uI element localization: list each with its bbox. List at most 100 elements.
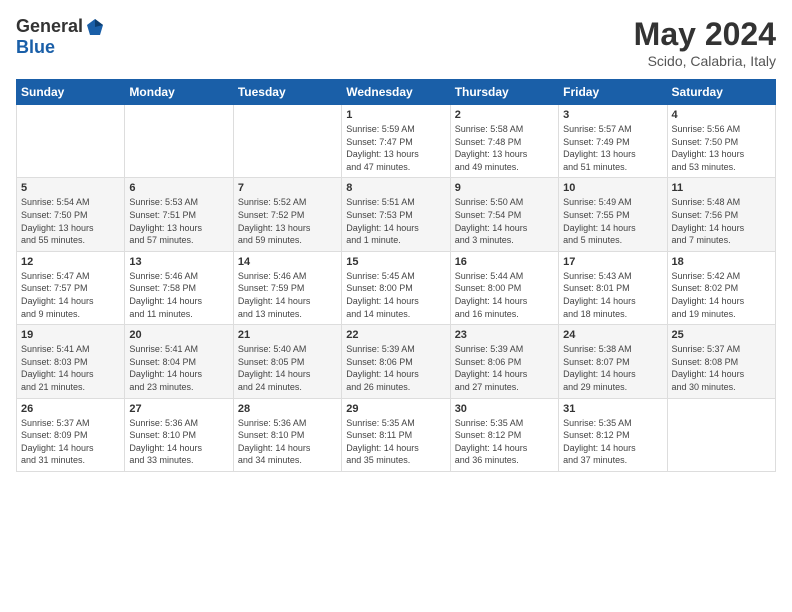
calendar-cell: 28 Sunrise: 5:36 AM Sunset: 8:10 PM Dayli… xyxy=(233,398,341,471)
day-number: 16 xyxy=(455,256,554,268)
calendar-week-row: 5Sunrise: 5:54 AM Sunset: 7:50 PM Daylig… xyxy=(17,178,776,251)
calendar-cell: 18 Sunrise: 5:42 AM Sunset: 8:02 PM Dayli… xyxy=(667,251,775,324)
calendar-cell: 16 Sunrise: 5:44 AM Sunset: 8:00 PM Dayli… xyxy=(450,251,558,324)
calendar-cell: 10Sunrise: 5:49 AM Sunset: 7:55 PM Dayli… xyxy=(559,178,667,251)
weekday-header-wednesday: Wednesday xyxy=(342,80,450,105)
logo-blue: Blue xyxy=(16,37,55,58)
day-info: Sunrise: 5:35 AM Sunset: 8:11 PM Dayligh… xyxy=(346,417,445,467)
calendar-cell: 20 Sunrise: 5:41 AM Sunset: 8:04 PM Dayli… xyxy=(125,325,233,398)
weekday-header-thursday: Thursday xyxy=(450,80,558,105)
calendar-cell: 7 Sunrise: 5:52 AM Sunset: 7:52 PM Daylig… xyxy=(233,178,341,251)
calendar-cell xyxy=(125,105,233,178)
day-number: 27 xyxy=(129,403,228,415)
day-info: Sunrise: 5:41 AM Sunset: 8:04 PM Dayligh… xyxy=(129,343,228,393)
calendar-cell: 8 Sunrise: 5:51 AM Sunset: 7:53 PM Daylig… xyxy=(342,178,450,251)
calendar-cell: 2Sunrise: 5:58 AM Sunset: 7:48 PM Daylig… xyxy=(450,105,558,178)
day-number: 17 xyxy=(563,256,662,268)
day-number: 13 xyxy=(129,256,228,268)
day-info: Sunrise: 5:50 AM Sunset: 7:54 PM Dayligh… xyxy=(455,196,554,246)
day-number: 7 xyxy=(238,182,337,194)
day-number: 25 xyxy=(672,329,771,341)
day-info: Sunrise: 5:54 AM Sunset: 7:50 PM Dayligh… xyxy=(21,196,120,246)
weekday-header-tuesday: Tuesday xyxy=(233,80,341,105)
calendar-cell: 27 Sunrise: 5:36 AM Sunset: 8:10 PM Dayli… xyxy=(125,398,233,471)
calendar-cell: 5Sunrise: 5:54 AM Sunset: 7:50 PM Daylig… xyxy=(17,178,125,251)
day-info: Sunrise: 5:56 AM Sunset: 7:50 PM Dayligh… xyxy=(672,123,771,173)
day-number: 22 xyxy=(346,329,445,341)
calendar-cell: 4Sunrise: 5:56 AM Sunset: 7:50 PM Daylig… xyxy=(667,105,775,178)
day-info: Sunrise: 5:41 AM Sunset: 8:03 PM Dayligh… xyxy=(21,343,120,393)
weekday-header-saturday: Saturday xyxy=(667,80,775,105)
calendar-cell: 22 Sunrise: 5:39 AM Sunset: 8:06 PM Dayli… xyxy=(342,325,450,398)
day-info: Sunrise: 5:39 AM Sunset: 8:06 PM Dayligh… xyxy=(346,343,445,393)
calendar-cell: 6 Sunrise: 5:53 AM Sunset: 7:51 PM Daylig… xyxy=(125,178,233,251)
day-number: 14 xyxy=(238,256,337,268)
calendar-week-row: 19Sunrise: 5:41 AM Sunset: 8:03 PM Dayli… xyxy=(17,325,776,398)
day-info: Sunrise: 5:36 AM Sunset: 8:10 PM Dayligh… xyxy=(129,417,228,467)
calendar-cell: 25 Sunrise: 5:37 AM Sunset: 8:08 PM Dayli… xyxy=(667,325,775,398)
calendar-cell: 24Sunrise: 5:38 AM Sunset: 8:07 PM Dayli… xyxy=(559,325,667,398)
day-info: Sunrise: 5:45 AM Sunset: 8:00 PM Dayligh… xyxy=(346,270,445,320)
calendar-cell: 29 Sunrise: 5:35 AM Sunset: 8:11 PM Dayli… xyxy=(342,398,450,471)
day-info: Sunrise: 5:40 AM Sunset: 8:05 PM Dayligh… xyxy=(238,343,337,393)
month-year-title: May 2024 xyxy=(634,16,776,53)
title-block: May 2024 Scido, Calabria, Italy xyxy=(634,16,776,69)
calendar-cell xyxy=(233,105,341,178)
day-info: Sunrise: 5:46 AM Sunset: 7:58 PM Dayligh… xyxy=(129,270,228,320)
calendar-cell: 31Sunrise: 5:35 AM Sunset: 8:12 PM Dayli… xyxy=(559,398,667,471)
day-info: Sunrise: 5:59 AM Sunset: 7:47 PM Dayligh… xyxy=(346,123,445,173)
calendar-cell xyxy=(17,105,125,178)
day-number: 12 xyxy=(21,256,120,268)
calendar-cell: 9 Sunrise: 5:50 AM Sunset: 7:54 PM Daylig… xyxy=(450,178,558,251)
calendar-cell: 21 Sunrise: 5:40 AM Sunset: 8:05 PM Dayli… xyxy=(233,325,341,398)
calendar-cell: 13 Sunrise: 5:46 AM Sunset: 7:58 PM Dayli… xyxy=(125,251,233,324)
calendar-cell: 15Sunrise: 5:45 AM Sunset: 8:00 PM Dayli… xyxy=(342,251,450,324)
day-number: 9 xyxy=(455,182,554,194)
calendar-week-row: 12 Sunrise: 5:47 AM Sunset: 7:57 PM Dayli… xyxy=(17,251,776,324)
day-number: 3 xyxy=(563,109,662,121)
calendar-cell: 11Sunrise: 5:48 AM Sunset: 7:56 PM Dayli… xyxy=(667,178,775,251)
weekday-header-row: SundayMondayTuesdayWednesdayThursdayFrid… xyxy=(17,80,776,105)
day-info: Sunrise: 5:39 AM Sunset: 8:06 PM Dayligh… xyxy=(455,343,554,393)
calendar-cell: 3Sunrise: 5:57 AM Sunset: 7:49 PM Daylig… xyxy=(559,105,667,178)
day-info: Sunrise: 5:35 AM Sunset: 8:12 PM Dayligh… xyxy=(563,417,662,467)
day-number: 29 xyxy=(346,403,445,415)
day-number: 23 xyxy=(455,329,554,341)
day-number: 20 xyxy=(129,329,228,341)
day-info: Sunrise: 5:42 AM Sunset: 8:02 PM Dayligh… xyxy=(672,270,771,320)
page-header: General Blue May 2024 Scido, Calabria, I… xyxy=(16,16,776,69)
location-subtitle: Scido, Calabria, Italy xyxy=(634,53,776,69)
day-info: Sunrise: 5:51 AM Sunset: 7:53 PM Dayligh… xyxy=(346,196,445,246)
day-info: Sunrise: 5:44 AM Sunset: 8:00 PM Dayligh… xyxy=(455,270,554,320)
logo: General Blue xyxy=(16,16,105,58)
logo-general: General xyxy=(16,16,83,37)
calendar-cell: 30Sunrise: 5:35 AM Sunset: 8:12 PM Dayli… xyxy=(450,398,558,471)
calendar-cell: 12 Sunrise: 5:47 AM Sunset: 7:57 PM Dayli… xyxy=(17,251,125,324)
calendar-cell: 14 Sunrise: 5:46 AM Sunset: 7:59 PM Dayli… xyxy=(233,251,341,324)
calendar-cell xyxy=(667,398,775,471)
day-info: Sunrise: 5:52 AM Sunset: 7:52 PM Dayligh… xyxy=(238,196,337,246)
calendar-cell: 26Sunrise: 5:37 AM Sunset: 8:09 PM Dayli… xyxy=(17,398,125,471)
day-number: 28 xyxy=(238,403,337,415)
day-info: Sunrise: 5:47 AM Sunset: 7:57 PM Dayligh… xyxy=(21,270,120,320)
calendar-cell: 19Sunrise: 5:41 AM Sunset: 8:03 PM Dayli… xyxy=(17,325,125,398)
weekday-header-friday: Friday xyxy=(559,80,667,105)
day-info: Sunrise: 5:37 AM Sunset: 8:08 PM Dayligh… xyxy=(672,343,771,393)
day-number: 18 xyxy=(672,256,771,268)
day-number: 8 xyxy=(346,182,445,194)
calendar-cell: 17 Sunrise: 5:43 AM Sunset: 8:01 PM Dayli… xyxy=(559,251,667,324)
calendar-week-row: 26Sunrise: 5:37 AM Sunset: 8:09 PM Dayli… xyxy=(17,398,776,471)
day-number: 21 xyxy=(238,329,337,341)
day-info: Sunrise: 5:36 AM Sunset: 8:10 PM Dayligh… xyxy=(238,417,337,467)
day-info: Sunrise: 5:49 AM Sunset: 7:55 PM Dayligh… xyxy=(563,196,662,246)
day-info: Sunrise: 5:53 AM Sunset: 7:51 PM Dayligh… xyxy=(129,196,228,246)
day-info: Sunrise: 5:48 AM Sunset: 7:56 PM Dayligh… xyxy=(672,196,771,246)
day-info: Sunrise: 5:43 AM Sunset: 8:01 PM Dayligh… xyxy=(563,270,662,320)
calendar-table: SundayMondayTuesdayWednesdayThursdayFrid… xyxy=(16,79,776,472)
weekday-header-monday: Monday xyxy=(125,80,233,105)
day-info: Sunrise: 5:46 AM Sunset: 7:59 PM Dayligh… xyxy=(238,270,337,320)
calendar-week-row: 1Sunrise: 5:59 AM Sunset: 7:47 PM Daylig… xyxy=(17,105,776,178)
calendar-cell: 1Sunrise: 5:59 AM Sunset: 7:47 PM Daylig… xyxy=(342,105,450,178)
day-number: 6 xyxy=(129,182,228,194)
day-number: 2 xyxy=(455,109,554,121)
